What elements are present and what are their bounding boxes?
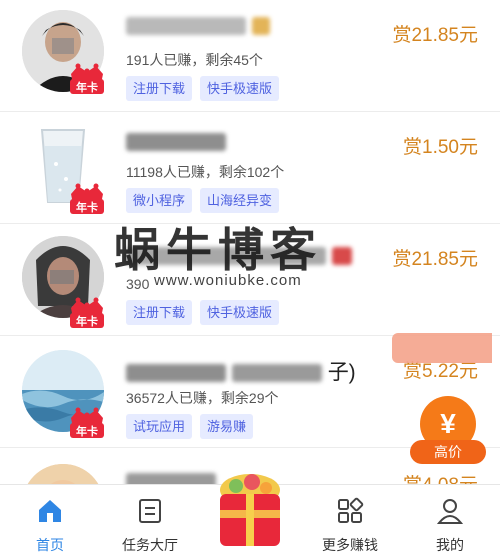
task-stats: 191人已赚，剩余45个 <box>126 52 263 68</box>
tag-register: 注册下载 <box>126 76 193 101</box>
floating-promo-tag[interactable] <box>392 333 492 363</box>
task-item[interactable]: 年卡 390 注册下载 快手极速版 赏21.85元 <box>0 224 500 336</box>
task-thumbnail <box>22 464 104 484</box>
task-tags: 注册下载 快手极速版 <box>126 76 280 101</box>
tab-label: 首页 <box>36 537 64 553</box>
annual-card-badge: 年卡 <box>68 62 106 96</box>
tab-home[interactable]: 首页 <box>0 485 100 557</box>
task-stats: 390 <box>126 276 150 292</box>
task-title <box>126 130 226 156</box>
annual-card-badge: 年卡 <box>68 406 106 440</box>
gift-icon[interactable] <box>212 460 288 550</box>
annual-card-badge: 年卡 <box>68 296 106 330</box>
task-item[interactable]: 年卡 191人已赚，剩余45个 注册下载 快手极速版 赏21.85元 <box>0 0 500 112</box>
profile-icon <box>436 499 464 524</box>
tab-profile[interactable]: 我的 <box>400 485 500 557</box>
tab-label: 任务大厅 <box>122 537 178 553</box>
tab-label: 更多赚钱 <box>322 537 378 553</box>
tab-label: 我的 <box>436 537 464 553</box>
task-stats: 36572人已赚，剩余29个 <box>126 390 279 406</box>
tag-app: 山海经异变 <box>200 188 280 213</box>
tag-type: 试玩应用 <box>126 414 193 439</box>
tab-task-hall[interactable]: 任务大厅 <box>100 485 200 557</box>
task-list-screen: 年卡 191人已赚，剩余45个 注册下载 快手极速版 赏21.85元 年卡 11… <box>0 0 500 557</box>
annual-card-badge: 年卡 <box>68 182 106 216</box>
task-reward: 赏21.85元 <box>392 249 478 270</box>
home-icon <box>39 500 61 522</box>
task-hall-icon <box>139 499 161 523</box>
tag-app: 快手极速版 <box>200 300 280 325</box>
tag-app: 快手极速版 <box>200 76 280 101</box>
task-reward: 赏4.08元 <box>403 470 478 484</box>
tag-app: 游易赚 <box>200 414 254 439</box>
task-item[interactable]: 年卡 11198人已赚，剩余102个 微小程序 山海经异变 赏1.50元 <box>0 112 500 224</box>
task-tags: 微小程序 山海经异变 <box>126 188 280 213</box>
task-title <box>126 470 216 484</box>
task-title: 子) <box>126 356 356 384</box>
tag-register: 注册下载 <box>126 300 193 325</box>
task-title <box>126 244 352 270</box>
tag-type: 微小程序 <box>126 188 193 213</box>
task-title <box>126 14 270 40</box>
high-price-label: 高价 <box>410 440 486 464</box>
task-reward: 赏21.85元 <box>392 25 478 46</box>
task-stats: 11198人已赚，剩余102个 <box>126 164 285 180</box>
task-tags: 试玩应用 游易赚 <box>126 414 254 439</box>
task-tags: 注册下载 快手极速版 <box>126 300 280 325</box>
grid-icon <box>338 497 364 523</box>
task-title-suffix: 子) <box>327 361 356 384</box>
task-reward: 赏1.50元 <box>403 137 478 158</box>
tab-more-earning[interactable]: 更多赚钱 <box>300 485 400 557</box>
high-price-float-button[interactable]: ¥ 高价 <box>410 396 486 468</box>
